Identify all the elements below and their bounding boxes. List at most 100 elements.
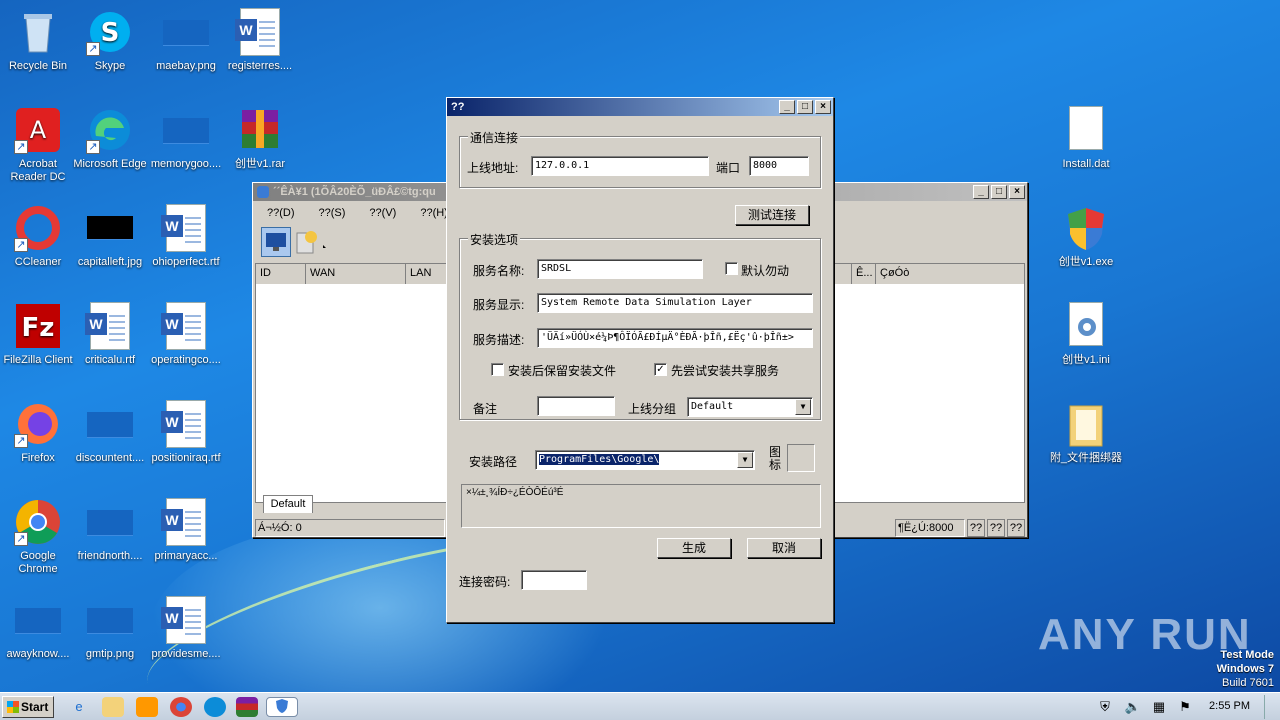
default-checkbox[interactable] (725, 262, 738, 275)
note-input[interactable] (537, 396, 615, 416)
status-box: ?? (1007, 519, 1025, 537)
desktop-icon-acrobat[interactable]: A ↗ Acrobat Reader DC (0, 100, 76, 186)
icon-preview[interactable] (787, 444, 815, 472)
group-select[interactable]: Default ▼ (687, 397, 813, 417)
desktop-icon-maebay[interactable]: maebay.png (148, 2, 224, 88)
menu-item[interactable]: ??(S) (319, 207, 346, 219)
column-header[interactable]: ÇøÓò (876, 264, 1024, 284)
image-file-icon (86, 204, 134, 252)
minimize-button[interactable]: _ (973, 185, 989, 199)
desktop-icon-positioniraq[interactable]: W positioniraq.rtf (148, 394, 224, 480)
maximize-button[interactable]: □ (797, 100, 813, 114)
desktop-icon-friendnorth[interactable]: friendnorth.... (72, 492, 148, 578)
host-input[interactable]: 127.0.0.1 (531, 156, 709, 176)
monitor-icon (266, 233, 286, 251)
desktop-icon-awayknow[interactable]: awayknow.... (0, 590, 76, 676)
desktop-icon-providesme[interactable]: W providesme.... (148, 590, 224, 676)
blank-file-icon (1062, 106, 1110, 154)
shield-tray-icon[interactable]: ⛨ (1096, 697, 1114, 717)
desktop-icon-firefox[interactable]: ↗ Firefox (0, 394, 76, 480)
menu-item[interactable]: ??(V) (369, 207, 396, 219)
desktop-icon-folder[interactable]: 附_文件捆绑器 (1048, 394, 1124, 480)
column-header[interactable]: Ê... (852, 264, 876, 284)
column-header[interactable]: ID (256, 264, 306, 284)
show-desktop-button[interactable] (1264, 695, 1280, 719)
service-display-input[interactable]: System Remote Data Simulation Layer (537, 293, 813, 313)
svg-text:A: A (30, 116, 47, 144)
word-doc-icon: W (161, 302, 210, 350)
test-mode-line: Build 7601 (1222, 677, 1274, 689)
desktop-icon-recycle-bin[interactable]: Recycle Bin (0, 2, 76, 88)
desktop-icon-filezilla[interactable]: Fz FileZilla Client (0, 296, 76, 382)
desktop-icon-primaryacc[interactable]: W primaryacc... (148, 492, 224, 578)
volume-icon[interactable]: 🔈 (1124, 697, 1142, 717)
install-path-select[interactable]: ProgramFiles\Google\ ▼ (535, 450, 755, 470)
network-icon[interactable]: ▦ (1150, 697, 1168, 717)
clock[interactable]: 2:55 PM (1209, 700, 1250, 712)
maximize-button[interactable]: □ (991, 185, 1007, 199)
start-label: Start (21, 700, 49, 714)
ie-icon[interactable]: e (68, 697, 90, 717)
edge-taskbar-icon[interactable] (204, 697, 226, 717)
desktop-icon-registerres[interactable]: W registerres.... (222, 2, 298, 88)
try-shared-checkbox[interactable]: ✓ (654, 363, 667, 376)
desktop-icon-ccleaner[interactable]: ↗ CCleaner (0, 198, 76, 284)
menu-item[interactable]: ??(H) (420, 207, 448, 219)
desktop-icon-rar[interactable]: 创世v1.rar (222, 100, 298, 186)
minimize-button[interactable]: _ (779, 100, 795, 114)
close-button[interactable]: × (1009, 185, 1025, 199)
generate-button[interactable]: 生成 (657, 538, 731, 558)
desktop-icon-exe[interactable]: 创世v1.exe (1048, 198, 1124, 284)
image-file-icon (86, 400, 134, 448)
port-input[interactable]: 8000 (749, 156, 809, 176)
chrome-taskbar-icon[interactable] (170, 697, 192, 717)
desktop-icon-gmtip[interactable]: gmtip.png (72, 590, 148, 676)
test-connection-button[interactable]: 测试连接 (735, 205, 809, 225)
cancel-button[interactable]: 取消 (747, 538, 821, 558)
winrar-taskbar-icon[interactable] (236, 697, 258, 717)
chevron-down-icon[interactable]: ▼ (795, 399, 811, 415)
password-input[interactable] (521, 570, 587, 590)
status-connections: Á¬½Ó: 0 (255, 519, 445, 537)
desktop-icon-chrome[interactable]: ↗ Google Chrome (0, 492, 76, 578)
explorer-icon[interactable] (102, 697, 124, 717)
desktop-icon-memorygoo[interactable]: memorygoo.... (148, 100, 224, 186)
close-button[interactable]: × (815, 100, 831, 114)
desktop-icon-criticalu[interactable]: W criticalu.rtf (72, 296, 148, 382)
toolbar-build-button[interactable] (293, 227, 333, 257)
desktop-icon-install-dat[interactable]: Install.dat (1048, 100, 1124, 186)
desktop-icon-ini[interactable]: 创世v1.ini (1048, 296, 1124, 382)
desktop-icon-capitalleft[interactable]: capitalleft.jpg (72, 198, 148, 284)
image-file-icon (162, 106, 210, 154)
menu-item[interactable]: ??(D) (267, 207, 295, 219)
keep-files-checkbox[interactable] (491, 363, 504, 376)
toolbar-connect-button[interactable] (261, 227, 291, 257)
service-desc-label: 服务描述: (473, 333, 525, 347)
desktop-icon-edge[interactable]: ↗ Microsoft Edge (72, 100, 148, 186)
comm-group-title: 通信连接 (468, 129, 521, 146)
desktop-icon-discountent[interactable]: discountent.... (72, 394, 148, 480)
app-taskbar-button[interactable] (266, 697, 298, 717)
dialog-title: ?? (451, 101, 465, 113)
build-dialog: ?? _ □ × 通信连接 上线地址: 127.0.0.1 端口 8000 测试… (446, 97, 834, 623)
desktop-icon-operatingco[interactable]: W operatingco.... (148, 296, 224, 382)
dialog-titlebar: ?? _ □ × (447, 98, 833, 116)
desktop-icon-skype[interactable]: S ↗ Skype (72, 2, 148, 88)
status-port: ¶Ë¿Ú:8000 (895, 519, 965, 537)
action-center-flag-icon[interactable]: ⚑ (1176, 697, 1194, 717)
column-header[interactable]: WAN (306, 264, 406, 284)
service-name-input[interactable]: SRDSL (537, 259, 703, 279)
word-doc-icon: W (85, 302, 134, 350)
service-desc-input[interactable]: 'ÜÄí»ÜÓÙ×é¼Þ¶ÔÏÓÃ£ÐÍµÄ°ÈÐÃ·þÎñ,£Ëç'û·þÎñ… (537, 328, 813, 348)
keep-files-label: 安装后保留安装文件 (508, 364, 617, 378)
service-display-label: 服务显示: (473, 298, 525, 312)
chevron-down-icon[interactable]: ▼ (737, 452, 753, 468)
skype-icon: S ↗ (86, 8, 134, 56)
config-tool-icon (296, 231, 326, 254)
host-label: 上线地址: (467, 161, 519, 175)
install-group-title: 安装选项 (468, 231, 521, 248)
desktop-icon-ohioperfect[interactable]: W ohioperfect.rtf (148, 198, 224, 284)
start-button[interactable]: Start (2, 696, 54, 718)
media-player-icon[interactable] (136, 697, 158, 717)
tab-default[interactable]: Default (263, 495, 313, 513)
